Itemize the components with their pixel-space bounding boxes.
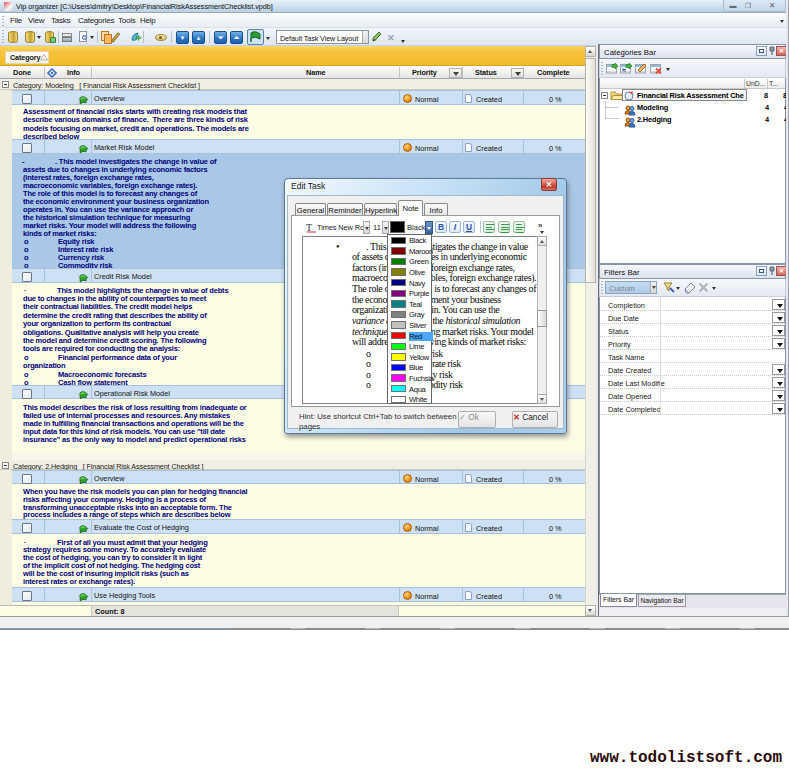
svg-text:T: T <box>306 222 312 233</box>
